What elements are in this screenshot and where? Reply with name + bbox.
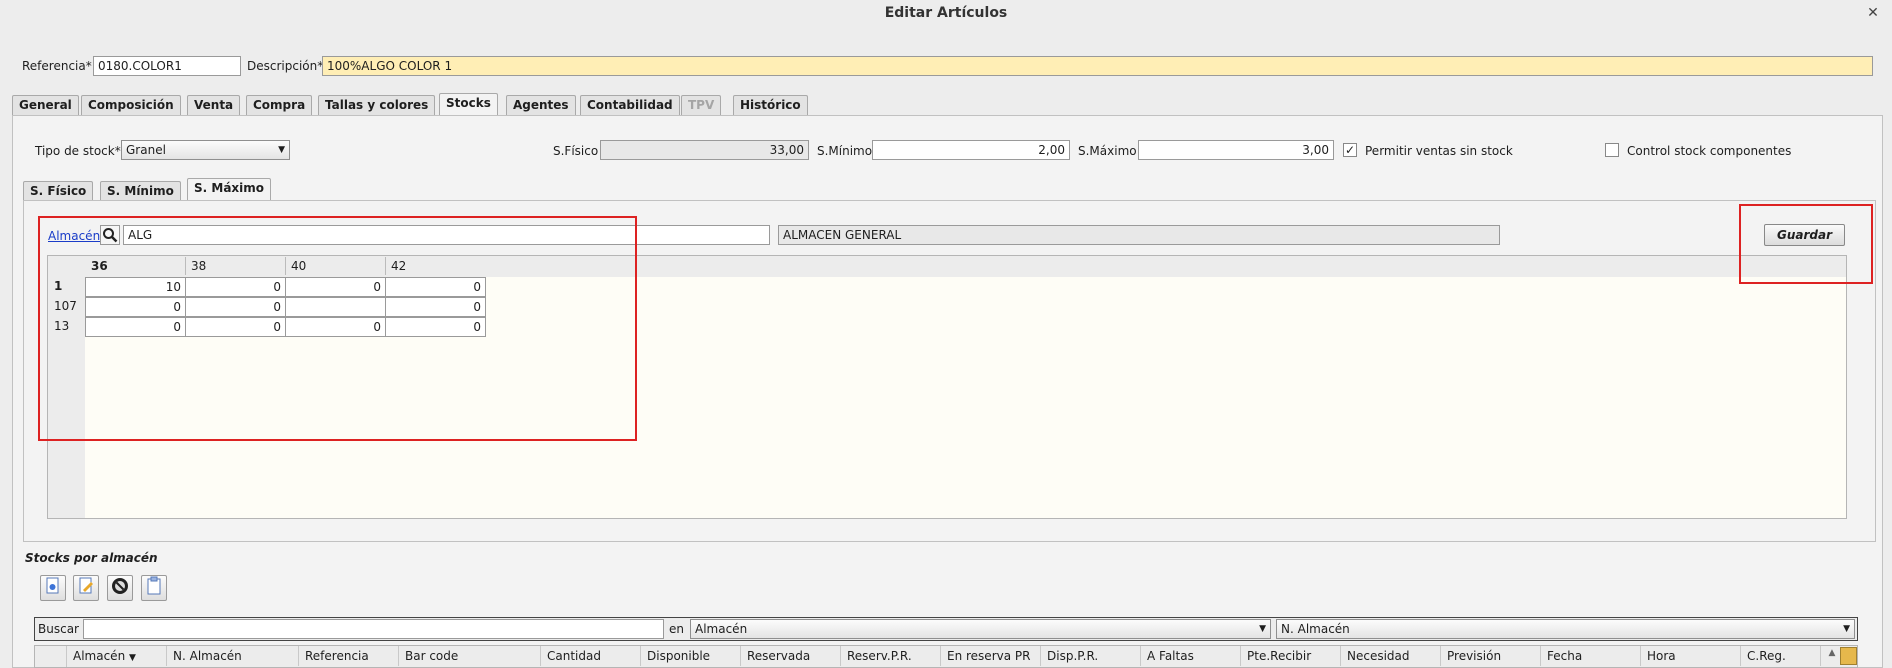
control-stock-label: Control stock componentes (1627, 144, 1792, 158)
sminimo-label: S.Mínimo (817, 144, 873, 158)
table-col-n-almacen[interactable]: N. Almacén (167, 646, 299, 666)
window-title: Editar Artículos (884, 5, 1008, 21)
tab-venta[interactable]: Venta (187, 95, 241, 115)
order-field-select[interactable]: N. Almacén ▼ (1276, 619, 1855, 639)
almacen-name-field: ALMACEN GENERAL (778, 225, 1500, 245)
tab-general[interactable]: General (12, 95, 79, 115)
tab-compra[interactable]: Compra (246, 95, 313, 115)
table-col-disp-pr[interactable]: Disp.P.R. (1041, 646, 1141, 666)
highlight-box-guardar (1739, 204, 1873, 284)
stocks-table: Almacén ▼ N. Almacén Referencia Bar code… (34, 645, 1858, 668)
edit-document-icon-glyph (79, 577, 93, 594)
sminimo-field[interactable]: 2,00 (872, 140, 1070, 160)
tab-stocks[interactable]: Stocks (439, 93, 498, 116)
delete-icon[interactable] (107, 575, 133, 601)
table-col-c-reg[interactable]: C.Reg. (1741, 646, 1821, 666)
tipo-stock-select[interactable]: Granel ▼ (121, 140, 290, 160)
sfisico-field: 33,00 (600, 140, 809, 160)
search-field-value: Almacén (695, 622, 748, 636)
search-field-select[interactable]: Almacén ▼ (690, 619, 1271, 639)
smaximo-label: S.Máximo (1078, 144, 1137, 158)
chevron-down-icon: ▼ (1259, 624, 1266, 634)
referencia-field[interactable]: 0180.COLOR1 (93, 56, 241, 76)
sort-arrow-icon: ▼ (129, 653, 136, 663)
table-col-reservada[interactable]: Reservada (741, 646, 841, 666)
en-label: en (669, 622, 684, 636)
delete-icon-glyph (112, 578, 128, 594)
close-icon[interactable]: ✕ (1864, 5, 1882, 23)
buscar-label: Buscar (38, 622, 79, 636)
table-col-reserv-pr[interactable]: Reserv.P.R. (841, 646, 941, 666)
edit-document-icon[interactable] (73, 575, 99, 601)
descripcion-label: Descripción* (247, 59, 324, 73)
highlight-box-matrix (38, 216, 637, 441)
table-col-almacen[interactable]: Almacén ▼ (67, 646, 167, 666)
order-field-value: N. Almacén (1281, 622, 1350, 636)
referencia-label: Referencia* (22, 59, 92, 73)
table-col-referencia[interactable]: Referencia (299, 646, 399, 666)
table-col-a-faltas[interactable]: A Faltas (1141, 646, 1241, 666)
permitir-ventas-label: Permitir ventas sin stock (1365, 144, 1513, 158)
stocks-por-almacen-title: Stocks por almacén (25, 551, 158, 565)
tab-composicion[interactable]: Composición (81, 95, 181, 115)
permitir-ventas-checkbox[interactable]: ✓ (1343, 143, 1357, 157)
tab-tpv: TPV (681, 95, 722, 115)
subtab-sfisico[interactable]: S. Físico (23, 181, 94, 201)
tab-historico[interactable]: Histórico (733, 95, 808, 115)
table-col-prevision[interactable]: Previsión (1441, 646, 1541, 666)
clipboard-icon-glyph (147, 576, 161, 595)
tab-tallas-y-colores[interactable]: Tallas y colores (318, 95, 436, 115)
table-col-cantidad[interactable]: Cantidad (541, 646, 641, 666)
chevron-down-icon: ▼ (1843, 624, 1850, 634)
table-col-hora[interactable]: Hora (1641, 646, 1741, 666)
buscar-input[interactable] (83, 619, 664, 639)
table-col-pte-recibir[interactable]: Pte.Recibir (1241, 646, 1341, 666)
tab-agentes[interactable]: Agentes (506, 95, 576, 115)
column-chooser-icon[interactable] (1840, 647, 1857, 665)
tipo-stock-value: Granel (126, 143, 166, 157)
table-col-fecha[interactable]: Fecha (1541, 646, 1641, 666)
control-stock-checkbox[interactable] (1605, 143, 1619, 157)
smaximo-field[interactable]: 3,00 (1138, 140, 1334, 160)
table-col-necesidad[interactable]: Necesidad (1341, 646, 1441, 666)
sfisico-label: S.Físico (553, 144, 599, 158)
scroll-up-icon[interactable]: ▲ (1825, 646, 1839, 667)
table-col-bar-code[interactable]: Bar code (399, 646, 541, 666)
chevron-down-icon: ▼ (278, 145, 285, 155)
new-document-icon[interactable] (40, 575, 66, 601)
new-document-icon-glyph (46, 577, 59, 594)
clipboard-icon[interactable] (141, 575, 167, 601)
table-col-disponible[interactable]: Disponible (641, 646, 741, 666)
descripcion-field[interactable]: 100%ALGO COLOR 1 (322, 56, 1873, 76)
table-col-en-reserva-pr[interactable]: En reserva PR (941, 646, 1041, 666)
tab-contabilidad[interactable]: Contabilidad (580, 95, 680, 115)
table-corner (35, 646, 67, 667)
tipo-stock-label: Tipo de stock* (35, 144, 121, 158)
subtab-sminimo[interactable]: S. Mínimo (100, 181, 181, 201)
subtab-smaximo[interactable]: S. Máximo (187, 178, 272, 201)
